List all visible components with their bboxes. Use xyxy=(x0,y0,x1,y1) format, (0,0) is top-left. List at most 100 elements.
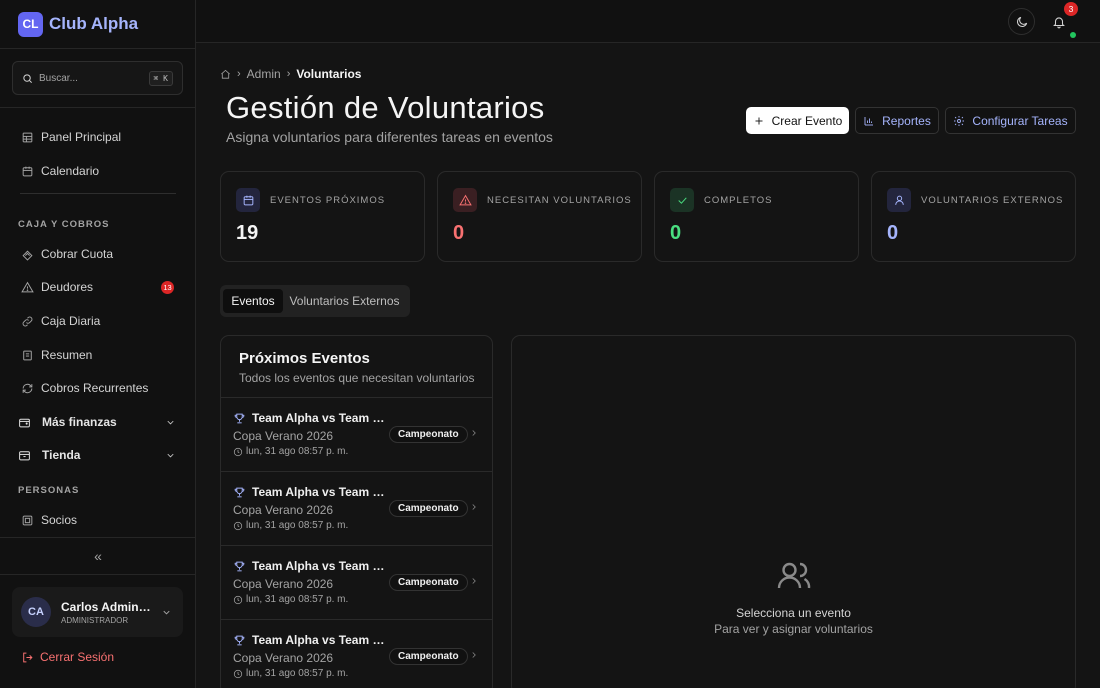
calendar-icon xyxy=(243,195,253,205)
calendar-icon xyxy=(22,166,33,176)
collapse-sidebar-button[interactable]: « xyxy=(0,537,196,575)
event-list-item[interactable]: Team Alpha vs Team Bravo Copa Verano 202… xyxy=(221,619,492,688)
page-title: Gestión de Voluntarios xyxy=(226,90,545,125)
online-status-dot xyxy=(1070,32,1076,38)
trophy-icon xyxy=(234,635,245,646)
event-tournament: Copa Verano 2026 xyxy=(233,503,334,517)
user-info: Carlos Administrador ADMINISTRADOR xyxy=(61,600,153,625)
stat-card-external-volunteers: VOLUNTARIOS EXTERNOS 0 xyxy=(871,171,1076,262)
sidebar-group-tienda[interactable]: Tienda xyxy=(12,441,184,469)
breadcrumb: › Admin › Voluntarios xyxy=(220,67,361,81)
stat-icon-wrap xyxy=(887,188,911,212)
event-list-item[interactable]: Team Alpha vs Team Bravo Copa Verano 202… xyxy=(221,471,492,545)
stat-card-complete: COMPLETOS 0 xyxy=(654,171,859,262)
repeat-icon xyxy=(22,383,33,393)
stat-label: EVENTOS PRÓXIMOS xyxy=(270,195,386,206)
search-icon xyxy=(23,73,32,83)
brand-logo: CL xyxy=(18,11,43,37)
event-title: Team Alpha vs Team Bravo xyxy=(252,633,390,647)
users-icon xyxy=(777,562,811,589)
sidebar-item-socios[interactable]: Socios xyxy=(12,506,184,534)
sidebar-item-label: Deudores xyxy=(41,280,94,294)
stat-card-upcoming-events: EVENTOS PRÓXIMOS 19 xyxy=(220,171,425,262)
sidebar-group-label: Más finanzas xyxy=(42,415,117,429)
tab-voluntarios-externos[interactable]: Voluntarios Externos xyxy=(284,289,405,313)
bell-icon xyxy=(1052,16,1065,28)
sidebar-item-cobros-recurrentes[interactable]: Cobros Recurrentes xyxy=(12,374,184,402)
avatar: CA xyxy=(21,597,51,627)
chevron-down-icon xyxy=(167,453,174,457)
chevron-right-icon xyxy=(472,430,476,436)
sidebar-item-deudores[interactable]: Deudores 13 xyxy=(12,273,184,301)
sidebar-item-label: Cobros Recurrentes xyxy=(41,381,149,395)
event-title: Team Alpha vs Team Bravo xyxy=(252,559,390,573)
alert-triangle-icon xyxy=(21,281,34,292)
chevron-right-icon xyxy=(472,652,476,658)
sidebar-divider xyxy=(20,193,176,194)
search-placeholder: Buscar... xyxy=(39,72,78,84)
configure-tasks-label: Configurar Tareas xyxy=(972,113,1068,128)
sidebar: CL Club Alpha Buscar... ⌘ K Panel Princi… xyxy=(0,0,196,688)
clock-icon xyxy=(233,669,243,678)
wallet-icon xyxy=(22,316,33,326)
breadcrumb-separator: › xyxy=(237,68,241,80)
id-card-icon xyxy=(22,515,33,525)
home-icon[interactable] xyxy=(220,69,231,80)
sidebar-item-cobrar-cuota[interactable]: Cobrar Cuota xyxy=(12,240,184,268)
sidebar-item-calendario[interactable]: Calendario xyxy=(12,157,184,185)
breadcrumb-admin[interactable]: Admin xyxy=(247,67,281,81)
event-type-badge: Campeonato xyxy=(389,648,468,665)
event-date: lun, 31 ago 08:57 p. m. xyxy=(233,446,348,457)
chevron-right-icon xyxy=(472,578,476,584)
user-menu[interactable]: CA Carlos Administrador ADMINISTRADOR xyxy=(12,587,183,637)
reports-button[interactable]: Reportes xyxy=(855,107,939,134)
receipt-icon xyxy=(23,350,32,360)
banknote-icon xyxy=(22,250,33,261)
logout-button[interactable]: Cerrar Sesión xyxy=(21,650,114,664)
wallet-icon xyxy=(19,418,30,427)
sidebar-item-label: Panel Principal xyxy=(41,130,122,144)
tab-eventos[interactable]: Eventos xyxy=(223,289,283,313)
section-caja-y-cobros: CAJA Y COBROS xyxy=(18,219,110,230)
view-tabs: Eventos Voluntarios Externos xyxy=(220,285,410,317)
event-date: lun, 31 ago 08:57 p. m. xyxy=(233,668,348,679)
search-shortcut: ⌘ K xyxy=(148,70,173,86)
stat-label: COMPLETOS xyxy=(704,195,773,206)
search-input[interactable]: Buscar... ⌘ K xyxy=(12,61,183,95)
sidebar-item-panel-principal[interactable]: Panel Principal xyxy=(12,123,184,151)
empty-state-title: Selecciona un evento xyxy=(736,606,851,620)
event-date-text: lun, 31 ago 08:57 p. m. xyxy=(246,446,349,457)
topbar xyxy=(196,0,1100,43)
stat-label: NECESITAN VOLUNTARIOS xyxy=(487,195,632,206)
check-icon xyxy=(677,196,687,204)
event-type-badge: Campeonato xyxy=(389,500,468,517)
logout-label: Cerrar Sesión xyxy=(40,650,115,664)
events-panel-title: Próximos Eventos xyxy=(239,350,370,367)
theme-toggle-button[interactable] xyxy=(1008,8,1035,35)
clock-icon xyxy=(233,447,243,456)
sidebar-group-label: Tienda xyxy=(42,448,81,462)
trophy-icon xyxy=(234,487,245,498)
sidebar-item-caja-diaria[interactable]: Caja Diaria xyxy=(12,307,184,335)
configure-tasks-button[interactable]: Configurar Tareas xyxy=(945,107,1076,134)
stat-value: 0 xyxy=(453,222,465,244)
sidebar-item-label: Resumen xyxy=(41,348,93,362)
sidebar-group-mas-finanzas[interactable]: Más finanzas xyxy=(12,408,184,436)
layout-grid-icon xyxy=(22,132,33,142)
event-list-item[interactable]: Team Alpha vs Team Bravo Copa Verano 202… xyxy=(221,545,492,619)
event-list-item[interactable]: Team Alpha vs Team Bravo Copa Verano 202… xyxy=(221,397,492,471)
stat-icon-wrap xyxy=(670,188,694,212)
clock-icon xyxy=(233,521,243,530)
chevron-down-icon xyxy=(167,420,174,424)
user-name: Carlos Administrador xyxy=(61,599,153,614)
brand-name: Club Alpha xyxy=(49,14,139,33)
sidebar-item-resumen[interactable]: Resumen xyxy=(12,341,184,369)
notifications-count-badge: 3 xyxy=(1064,2,1078,16)
event-type-badge: Campeonato xyxy=(389,574,468,591)
brand[interactable]: CL Club Alpha xyxy=(0,0,195,49)
collapse-icon: « xyxy=(94,548,102,564)
event-title: Team Alpha vs Team Bravo xyxy=(252,485,390,499)
section-personas: PERSONAS xyxy=(18,485,80,496)
events-panel: Próximos Eventos Todos los eventos que n… xyxy=(220,335,493,688)
create-event-button[interactable]: Crear Evento xyxy=(746,107,849,134)
